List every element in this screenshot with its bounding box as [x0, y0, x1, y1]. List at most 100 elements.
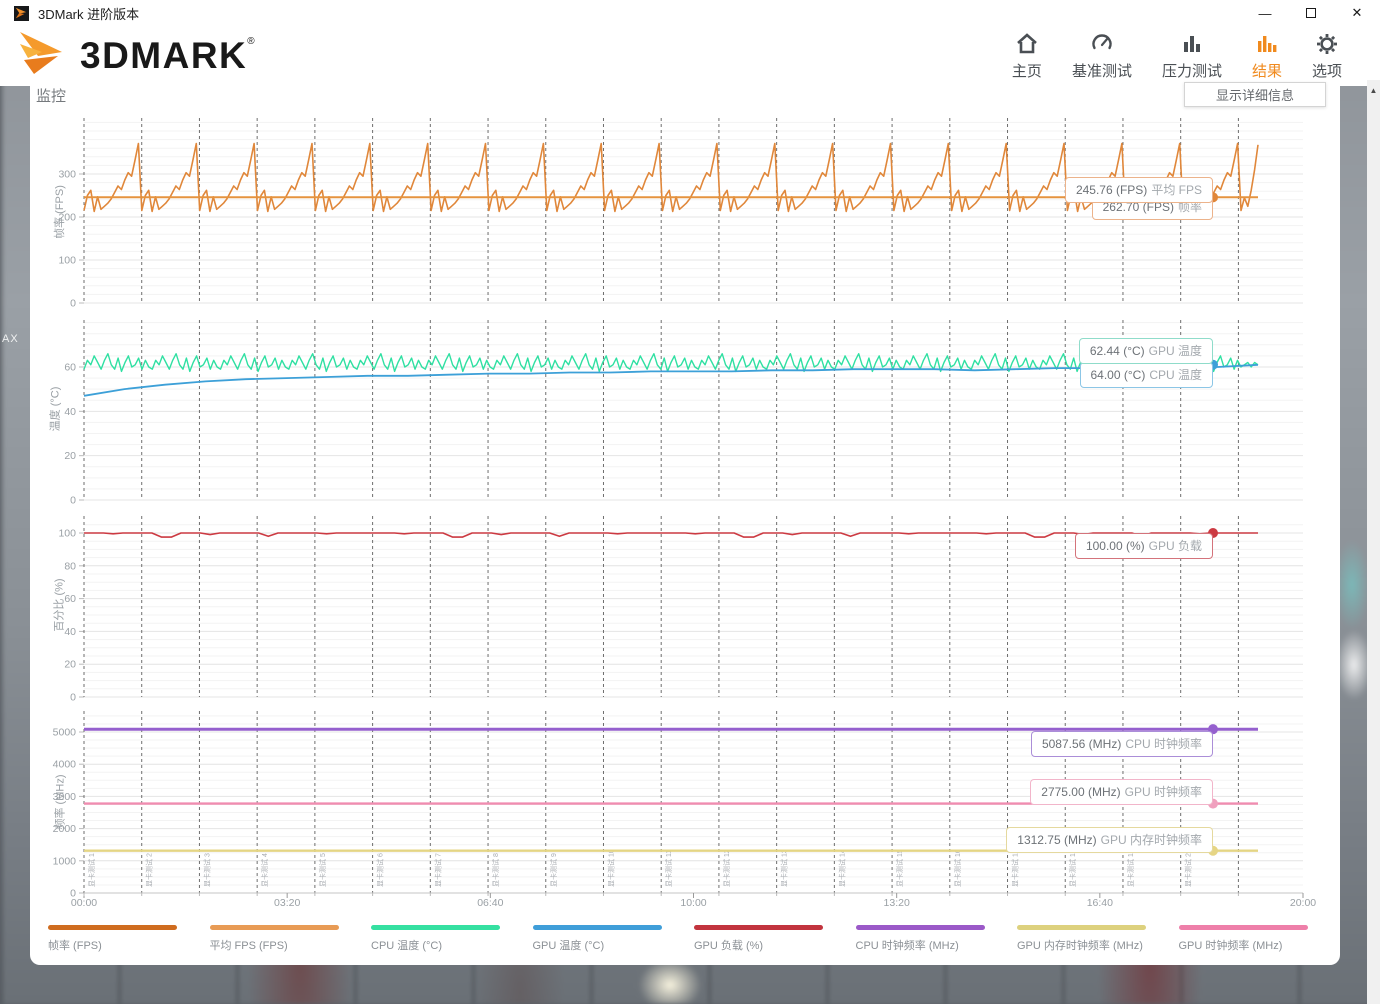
legend-label: CPU 温度 (°C)	[371, 937, 533, 953]
nav-results-label: 结果	[1252, 60, 1282, 81]
logo-text: 3DMARK	[80, 30, 247, 82]
svg-text:显卡测试 10: 显卡测试 10	[606, 849, 615, 887]
x-axis-tick: 20:00	[1290, 897, 1316, 909]
svg-text:显卡测试 8: 显卡测试 8	[491, 853, 500, 887]
flame-icon	[18, 30, 80, 84]
legend-label: GPU 时钟频率 (MHz)	[1179, 937, 1341, 953]
legend-item: GPU 温度 (°C)	[533, 925, 695, 953]
svg-text:显卡测试 1: 显卡测试 1	[87, 853, 96, 887]
legend-color-bar	[210, 925, 339, 930]
svg-text:显卡测试 15: 显卡测试 15	[895, 849, 904, 887]
svg-text:显卡测试 3: 显卡测试 3	[202, 853, 211, 887]
svg-text:显卡测试 18: 显卡测试 18	[1068, 849, 1077, 887]
svg-text:4000: 4000	[53, 759, 77, 771]
close-button[interactable]: ✕	[1334, 0, 1380, 26]
legend-item: CPU 时钟频率 (MHz)	[856, 925, 1018, 953]
nav-stresstest-label: 压力测试	[1162, 60, 1222, 81]
scroll-up-arrow[interactable]: ▲	[1367, 83, 1380, 97]
x-axis-tick: 10:00	[680, 897, 706, 909]
x-axis-tick: 16:40	[1087, 897, 1113, 909]
nav-home-label: 主页	[1012, 60, 1042, 81]
gear-icon	[1315, 32, 1339, 56]
x-axis: 00:0003:2006:4010:0013:2016:4020:00	[30, 897, 1340, 913]
vertical-scrollbar[interactable]: ▲	[1367, 80, 1380, 1004]
svg-text:显卡测试 16: 显卡测试 16	[953, 849, 962, 887]
minimize-button[interactable]: —	[1242, 0, 1288, 26]
svg-text:0: 0	[70, 495, 76, 507]
page-title: 监控	[36, 85, 66, 106]
y-axis-label: 温度 (°C)	[46, 387, 62, 432]
chart-value-tooltip: 64.00 (°C)CPU 温度	[1080, 362, 1214, 388]
title-bar: 3DMark 进阶版本 — ✕	[0, 0, 1380, 26]
show-details-tooltip: 显示详细信息	[1184, 82, 1326, 107]
legend-item: GPU 内存时钟频率 (MHz)	[1017, 925, 1179, 953]
svg-text:0: 0	[70, 692, 76, 704]
svg-text:显卡测试 9: 显卡测试 9	[549, 853, 558, 887]
nav-home[interactable]: 主页	[1012, 32, 1042, 81]
gauge-icon	[1090, 32, 1114, 56]
stress-bars-icon	[1180, 32, 1204, 56]
svg-text:显卡测试 7: 显卡测试 7	[433, 853, 442, 887]
nav-stresstest[interactable]: 压力测试	[1162, 32, 1222, 81]
chart-value-tooltip: 2775.00 (MHz)GPU 时钟频率	[1030, 779, 1213, 805]
svg-text:60: 60	[64, 361, 76, 373]
home-icon	[1015, 32, 1039, 56]
chart-value-tooltip: 5087.56 (MHz)CPU 时钟频率	[1031, 731, 1213, 757]
app-header: 3DMARK ® 主页 基准测试 压力测试	[0, 26, 1380, 86]
monitoring-panel: 监控 0100200300帧率 (FPS) 0204060温度 (°C) 020…	[30, 85, 1340, 965]
y-axis-label: 频率 (MHz)	[52, 775, 68, 830]
maximize-icon	[1306, 8, 1316, 18]
app-icon	[14, 6, 29, 21]
svg-text:显卡测试 12: 显卡测试 12	[722, 849, 731, 887]
legend-color-bar	[48, 925, 177, 930]
svg-text:显卡测试 4: 显卡测试 4	[260, 853, 269, 887]
legend-color-bar	[694, 925, 823, 930]
nav-benchmark-label: 基准测试	[1072, 60, 1132, 81]
svg-text:显卡测试 19: 显卡测试 19	[1126, 849, 1135, 887]
nav-options-label: 选项	[1312, 60, 1342, 81]
legend-label: 帧率 (FPS)	[48, 937, 210, 953]
background-text: AX	[2, 333, 19, 345]
registered-mark: ®	[247, 36, 254, 47]
legend-item: GPU 时钟频率 (MHz)	[1179, 925, 1341, 953]
legend-label: GPU 负载 (%)	[694, 937, 856, 953]
logo: 3DMARK ®	[18, 30, 255, 84]
legend-color-bar	[533, 925, 662, 930]
chart-value-tooltip: 62.44 (°C)GPU 温度	[1079, 338, 1213, 364]
nav-options[interactable]: 选项	[1312, 32, 1342, 81]
svg-text:100: 100	[58, 255, 76, 267]
svg-text:80: 80	[64, 560, 76, 572]
maximize-button[interactable]	[1288, 0, 1334, 26]
chart-value-tooltip: 245.76 (FPS)平均 FPS	[1065, 177, 1213, 203]
legend-label: GPU 内存时钟频率 (MHz)	[1017, 937, 1179, 953]
y-axis-label: 百分比 (%)	[51, 578, 67, 631]
main-nav: 主页 基准测试 压力测试 结果	[1012, 32, 1342, 81]
svg-text:5000: 5000	[53, 727, 77, 739]
svg-text:显卡测试 20: 显卡测试 20	[1184, 849, 1193, 887]
legend-color-bar	[1017, 925, 1146, 930]
chart-value-tooltip: 100.00 (%)GPU 负载	[1075, 533, 1213, 559]
x-axis-tick: 06:40	[477, 897, 503, 909]
svg-text:100: 100	[58, 528, 76, 540]
svg-text:0: 0	[70, 298, 76, 310]
svg-text:显卡测试 6: 显卡测试 6	[376, 853, 385, 887]
x-axis-tick: 00:00	[71, 897, 97, 909]
nav-benchmark[interactable]: 基准测试	[1072, 32, 1132, 81]
nav-results[interactable]: 结果	[1252, 32, 1282, 81]
svg-text:显卡测试 13: 显卡测试 13	[780, 849, 789, 887]
legend-color-bar	[856, 925, 985, 930]
legend-label: GPU 温度 (°C)	[533, 937, 695, 953]
chart-value-tooltip: 1312.75 (MHz)GPU 内存时钟频率	[1006, 827, 1213, 853]
svg-text:300: 300	[58, 169, 76, 181]
x-axis-tick: 03:20	[274, 897, 300, 909]
svg-text:1000: 1000	[53, 855, 77, 867]
legend-item: GPU 负载 (%)	[694, 925, 856, 953]
svg-text:40: 40	[64, 406, 76, 418]
svg-text:显卡测试 5: 显卡测试 5	[318, 853, 327, 887]
svg-text:20: 20	[64, 659, 76, 671]
results-bars-icon	[1255, 32, 1279, 56]
legend-item: 平均 FPS (FPS)	[210, 925, 372, 953]
svg-text:显卡测试 14: 显卡测试 14	[837, 849, 846, 887]
legend-item: CPU 温度 (°C)	[371, 925, 533, 953]
window-title: 3DMark 进阶版本	[38, 4, 139, 23]
